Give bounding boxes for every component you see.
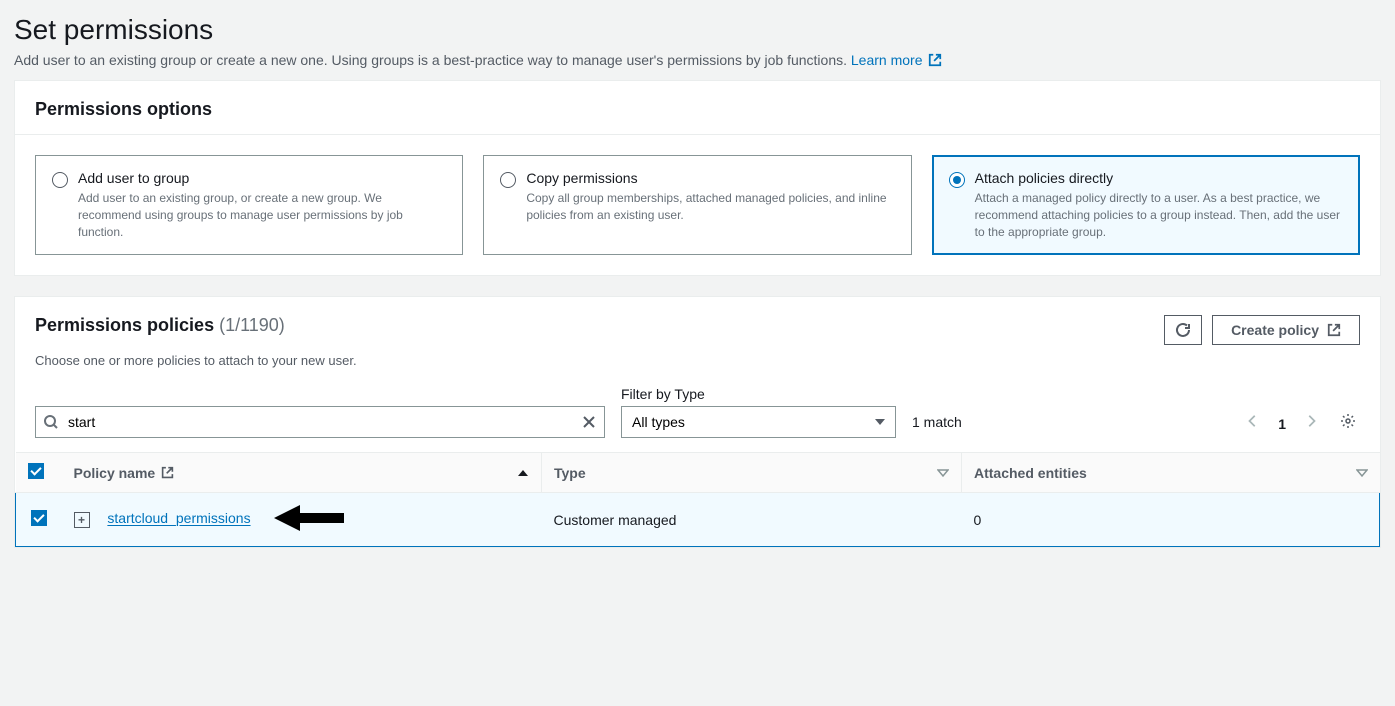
policies-title-text: Permissions policies: [35, 315, 214, 335]
external-link-icon: [928, 53, 942, 67]
option-content: Copy permissions Copy all group membersh…: [526, 170, 894, 240]
prev-page-button[interactable]: [1242, 410, 1264, 437]
option-attach-policies-directly[interactable]: Attach policies directly Attach a manage…: [932, 155, 1360, 255]
option-add-user-to-group[interactable]: Add user to group Add user to an existin…: [35, 155, 463, 255]
learn-more-text: Learn more: [851, 52, 923, 68]
type-select-wrapper: All types: [621, 406, 896, 438]
page-number: 1: [1278, 416, 1286, 432]
radio-icon: [500, 172, 516, 188]
select-all-checkbox[interactable]: [28, 463, 44, 479]
policy-name-cell: startcloud_permissions: [62, 493, 542, 547]
option-title: Add user to group: [78, 170, 446, 186]
filters-row: Filter by Type All types 1 match 1: [15, 382, 1380, 452]
option-content: Add user to group Add user to an existin…: [78, 170, 446, 240]
gear-icon: [1340, 413, 1356, 429]
policies-header: Permissions policies (1/1190) Create pol…: [15, 297, 1380, 353]
option-desc: Copy all group memberships, attached man…: [526, 190, 894, 224]
header-attached-text: Attached entities: [974, 465, 1087, 481]
option-copy-permissions[interactable]: Copy permissions Copy all group membersh…: [483, 155, 911, 255]
policy-type-cell: Customer managed: [542, 493, 962, 547]
permissions-options-header: Permissions options: [15, 81, 1380, 135]
learn-more-link[interactable]: Learn more: [851, 52, 942, 68]
policies-title: Permissions policies (1/1190): [35, 315, 285, 336]
row-checkbox-cell: [16, 493, 62, 547]
header-attached-entities[interactable]: Attached entities: [962, 453, 1380, 493]
create-policy-label: Create policy: [1231, 322, 1319, 338]
clear-search-icon[interactable]: [581, 414, 597, 430]
chevron-left-icon: [1246, 414, 1260, 428]
row-checkbox[interactable]: [31, 510, 47, 526]
policies-header-actions: Create policy: [1164, 315, 1360, 345]
permissions-options-title: Permissions options: [35, 99, 1360, 120]
create-policy-button[interactable]: Create policy: [1212, 315, 1360, 345]
type-select[interactable]: All types: [621, 406, 896, 438]
policies-title-wrap: Permissions policies (1/1190): [35, 315, 285, 336]
permissions-options-panel: Permissions options Add user to group Ad…: [14, 80, 1381, 276]
policy-attached-cell: 0: [962, 493, 1380, 547]
radio-icon: [52, 172, 68, 188]
page-description-text: Add user to an existing group or create …: [14, 52, 847, 68]
filter-by-type-label: Filter by Type: [621, 386, 896, 402]
option-title: Attach policies directly: [975, 170, 1343, 186]
search-wrapper: [35, 406, 605, 438]
header-policy-name[interactable]: Policy name: [62, 453, 542, 493]
arrow-annotation-icon: [274, 505, 344, 534]
external-link-icon: [161, 466, 174, 479]
radio-icon: [949, 172, 965, 188]
page-header: Set permissions Add user to an existing …: [14, 14, 1381, 68]
expand-row-button[interactable]: [74, 512, 90, 528]
policies-count: (1/1190): [219, 315, 285, 335]
policies-table: Policy name Type Attached entities: [15, 452, 1380, 547]
header-type[interactable]: Type: [542, 453, 962, 493]
header-checkbox-cell: [16, 453, 62, 493]
header-policy-name-text: Policy name: [74, 465, 156, 481]
sort-icon: [1356, 467, 1368, 479]
sort-asc-icon: [517, 467, 529, 479]
match-count: 1 match: [912, 414, 962, 438]
table-row[interactable]: startcloud_permissions Customer managed …: [16, 493, 1380, 547]
policies-subtitle: Choose one or more policies to attach to…: [15, 353, 1380, 382]
type-filter-col: Filter by Type All types: [621, 386, 896, 438]
options-row: Add user to group Add user to an existin…: [35, 155, 1360, 255]
table-header-row: Policy name Type Attached entities: [16, 453, 1380, 493]
option-desc: Attach a managed policy directly to a us…: [975, 190, 1343, 240]
search-input[interactable]: [35, 406, 605, 438]
refresh-icon: [1175, 322, 1191, 338]
settings-button[interactable]: [1336, 409, 1360, 438]
header-type-text: Type: [554, 465, 586, 481]
search-icon: [43, 414, 59, 430]
spacer: [35, 382, 605, 402]
refresh-button[interactable]: [1164, 315, 1202, 345]
sort-icon: [937, 467, 949, 479]
external-link-icon: [1327, 323, 1341, 337]
permissions-options-body: Add user to group Add user to an existin…: [15, 135, 1380, 275]
page-description: Add user to an existing group or create …: [14, 52, 1381, 68]
next-page-button[interactable]: [1300, 410, 1322, 437]
option-content: Attach policies directly Attach a manage…: [975, 170, 1343, 240]
permissions-policies-panel: Permissions policies (1/1190) Create pol…: [14, 296, 1381, 548]
policy-name-link[interactable]: startcloud_permissions: [107, 511, 250, 527]
pagination: 1: [1242, 409, 1360, 438]
search-col: [35, 382, 605, 438]
option-desc: Add user to an existing group, or create…: [78, 190, 446, 240]
page-title: Set permissions: [14, 14, 1381, 46]
option-title: Copy permissions: [526, 170, 894, 186]
chevron-right-icon: [1304, 414, 1318, 428]
